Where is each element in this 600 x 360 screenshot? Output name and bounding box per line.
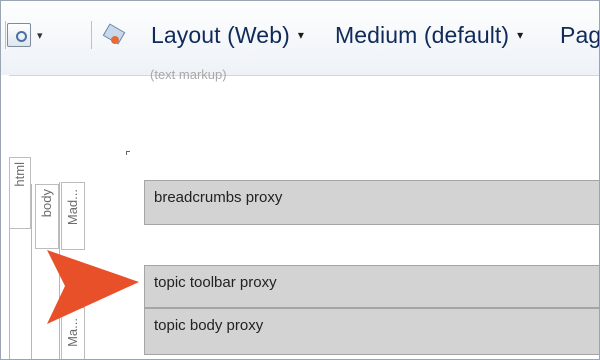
page-dropdown-label: Pag	[560, 21, 600, 48]
structure-bar-left	[1, 75, 9, 359]
layout-dropdown[interactable]: Layout (Web) ▾	[151, 19, 304, 51]
chevron-down-icon: ▾	[297, 28, 304, 42]
show-tags-button[interactable]	[103, 19, 125, 51]
toolbar-separator	[91, 21, 92, 49]
chevron-down-icon: ▾	[37, 29, 43, 42]
layout-dropdown-label: Layout (Web)	[151, 21, 290, 48]
structure-tag-mad[interactable]: Mad...	[61, 182, 85, 250]
callout-arrow-icon	[47, 250, 139, 324]
structure-tag-html-label: html	[12, 162, 27, 187]
view-icon	[7, 23, 31, 47]
page-dropdown[interactable]: Pag	[560, 19, 600, 51]
view-dropdown-button[interactable]: ▾	[7, 19, 43, 51]
structure-tag-html[interactable]: html	[9, 157, 31, 229]
structure-tag-body[interactable]: body	[35, 184, 59, 249]
tag-icon	[103, 24, 125, 46]
page-corner-marker	[126, 151, 130, 155]
chevron-down-icon: ▾	[517, 28, 524, 42]
structure-bar-line	[31, 184, 32, 359]
toolbar: ▾ Layout (Web) ▾ Medium (default) ▾ Pag	[1, 1, 600, 76]
text-markup-hint: (text markup)	[150, 67, 227, 82]
toolbar-separator	[5, 21, 6, 49]
editor-window: ▾ Layout (Web) ▾ Medium (default) ▾ Pag …	[0, 0, 600, 360]
medium-dropdown-label: Medium (default)	[335, 21, 510, 48]
topic-toolbar-proxy[interactable]: topic toolbar proxy	[144, 265, 599, 308]
topic-body-proxy[interactable]: topic body proxy	[144, 308, 599, 355]
medium-dropdown[interactable]: Medium (default) ▾	[335, 19, 523, 51]
structure-tag-mad-label: Mad...	[65, 189, 80, 226]
breadcrumbs-proxy[interactable]: breadcrumbs proxy	[144, 180, 599, 225]
structure-tag-body-label: body	[39, 189, 54, 218]
